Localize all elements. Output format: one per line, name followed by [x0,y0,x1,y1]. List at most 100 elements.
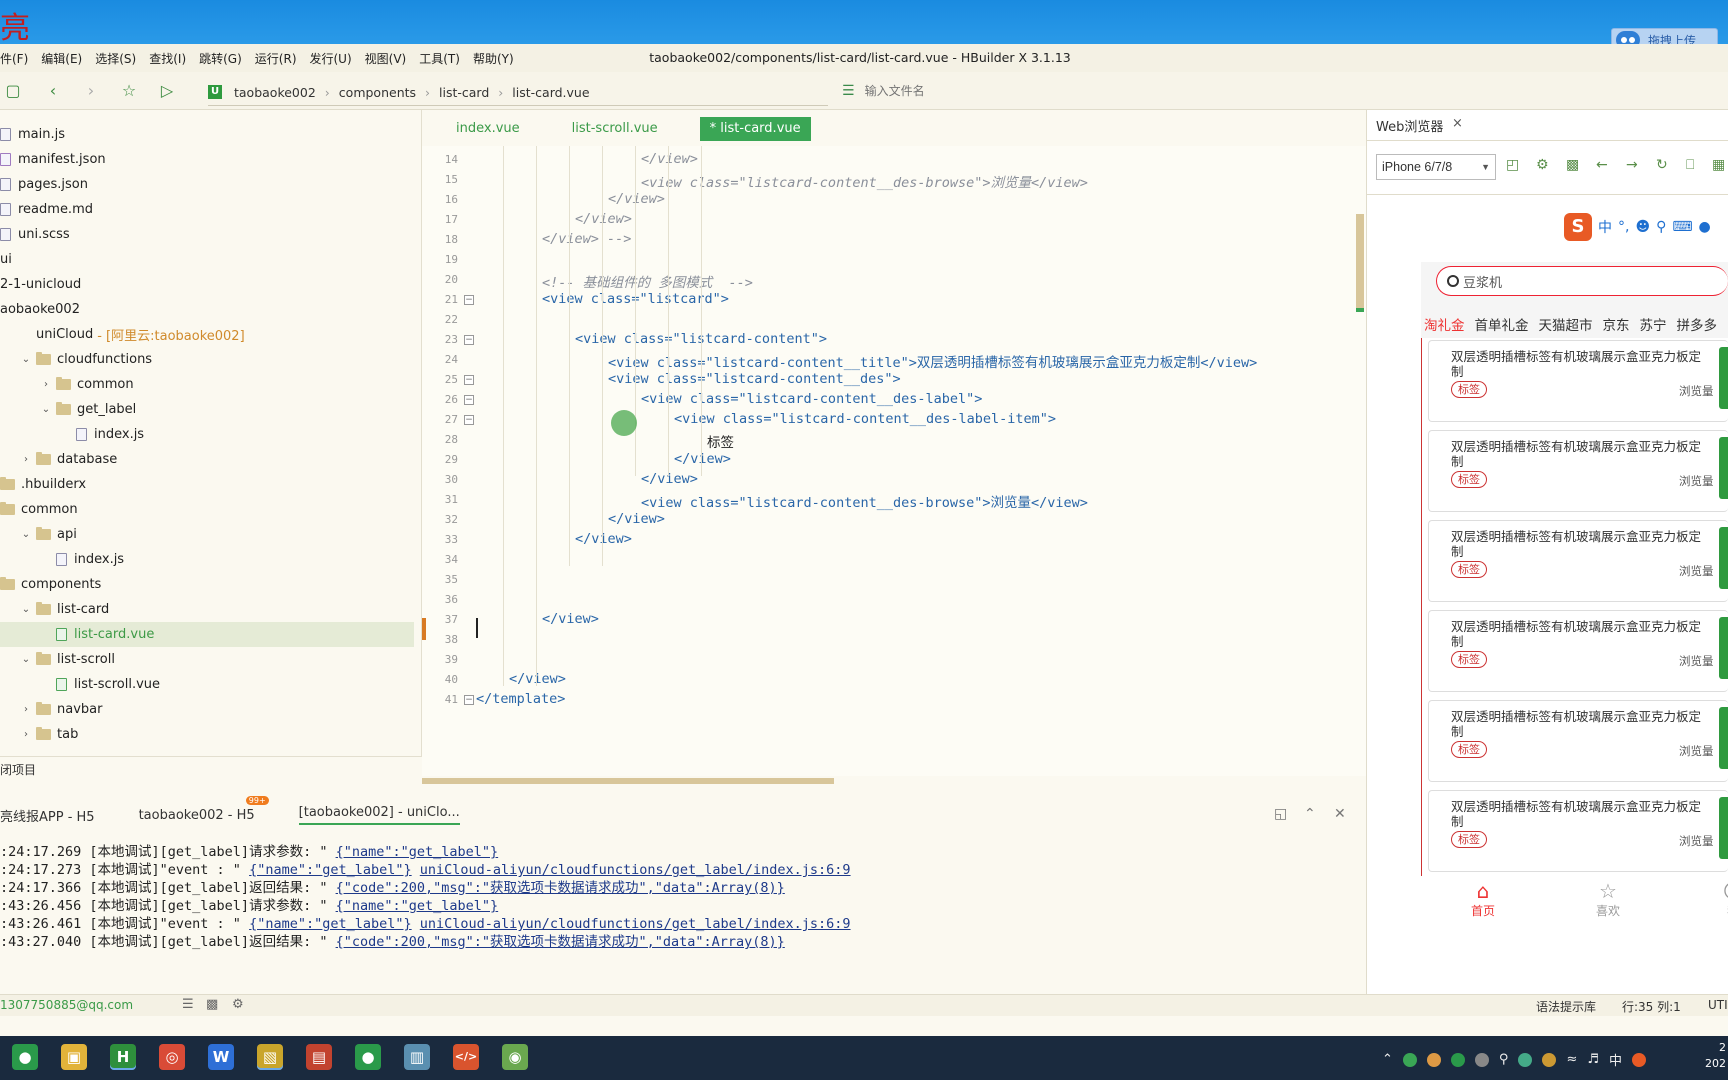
fold-toggle-icon[interactable]: − [464,415,474,425]
tray-app-icon[interactable] [1542,1052,1557,1067]
breadcrumb-subfolder[interactable]: list-card [439,85,489,100]
phone-nav-item[interactable]: ☆ 喜欢 [1588,880,1628,919]
tree-item[interactable]: common [0,497,414,522]
phone-tab[interactable]: 京东 [1603,314,1630,336]
breadcrumb-folder[interactable]: components [339,85,416,100]
menu-item[interactable]: 选择(S) [95,50,136,67]
product-card[interactable]: 双层透明插槽标签有机玻璃展示盒亚克力板定制 标签 浏览量 [1428,610,1728,692]
forward-icon[interactable]: › [82,82,100,100]
tree-item[interactable]: uni.scss [0,222,414,247]
fold-toggle-icon[interactable]: − [464,295,474,305]
settings-icon[interactable]: ⚙ [1536,157,1549,173]
tree-item[interactable]: › navbar [0,697,414,722]
screenshot-icon[interactable]: ▩ [1566,157,1579,173]
tab-list-scroll-vue[interactable]: list-scroll.vue [562,117,668,141]
save-icon[interactable]: ▢ [4,82,22,100]
tray-app-icon[interactable] [1402,1052,1417,1067]
back-icon[interactable]: ‹ [44,82,62,100]
tree-item[interactable]: aobaoke002 [0,297,414,322]
menu-item[interactable]: 运行(R) [255,50,297,67]
tab-index-vue[interactable]: index.vue [446,117,530,141]
bookmark-star-icon[interactable]: ☆ [120,82,138,100]
menu-item[interactable]: 工具(T) [419,50,460,67]
tree-item[interactable]: ⌄ list-card [0,597,414,622]
photo-icon[interactable]: ▧ [257,1044,283,1070]
hbuilder-icon[interactable]: H [110,1044,136,1070]
tree-item[interactable]: index.js [0,422,414,447]
chevron-right-icon[interactable]: › [40,379,52,390]
status-cursor-position[interactable]: 行:35 列:1 [1622,998,1681,1015]
horizontal-scrollbar[interactable] [422,778,834,784]
tree-item[interactable]: › database [0,447,414,472]
sogou-ime-icon[interactable]: S [1564,213,1592,241]
terminal-icon[interactable]: ▩ [206,997,218,1012]
menu-item[interactable]: 跳转(G) [199,50,242,67]
product-card[interactable]: 双层透明插槽标签有机玻璃展示盒亚克力板定制 标签 浏览量 [1428,790,1728,872]
status-user[interactable]: 1307750885@qq.com [0,998,133,1012]
tree-item[interactable]: list-scroll.vue [0,672,414,697]
chevron-right-icon[interactable]: › [20,454,32,465]
chevron-down-icon[interactable]: ⌄ [40,404,52,415]
breadcrumb-project[interactable]: taobaoke002 [234,85,316,100]
chevron-right-icon[interactable]: › [20,729,32,740]
product-card[interactable]: 双层透明插槽标签有机玻璃展示盒亚克力板定制 标签 浏览量 [1428,430,1728,512]
tray-ime[interactable]: 中 [1609,1050,1622,1069]
chevron-right-icon[interactable]: › [20,704,32,715]
microphone-icon[interactable]: ⚲ [1656,219,1666,235]
fold-toggle-icon[interactable]: − [464,375,474,385]
tree-item[interactable]: readme.md [0,197,414,222]
fold-toggle-icon[interactable]: − [464,335,474,345]
console-tab-unicloud[interactable]: [taobaoke002] - uniClo... [298,805,460,825]
android-icon[interactable]: ◉ [502,1044,528,1070]
wechat-icon[interactable]: ● [12,1044,38,1070]
tree-item[interactable]: ⌄ cloudfunctions [0,347,414,372]
chevron-down-icon[interactable]: ⌄ [20,354,32,365]
console-tab-h5[interactable]: taobaoke002 - H5 99+ [139,795,269,823]
phone-search-bar[interactable]: 豆浆机 [1436,266,1728,296]
ime-punctuation[interactable]: °, [1618,219,1629,235]
tree-item[interactable]: uniCloud - [阿里云:taobaoke002] [0,322,414,347]
tray-app-icon[interactable] [1474,1052,1489,1067]
grid-icon[interactable]: ▦ [1712,157,1725,173]
tree-item[interactable]: .hbuilderx [0,472,414,497]
run-icon[interactable]: ▷ [158,82,176,100]
clock[interactable]: 2 202 [1690,1040,1726,1072]
tree-item[interactable]: index.js [0,547,414,572]
menu-item[interactable]: 件(F) [0,50,28,67]
user-icon[interactable]: ● [1699,219,1711,235]
project-footer-label[interactable]: 闭项目 [0,761,36,778]
chevron-down-icon[interactable]: ⌄ [20,604,32,615]
tree-item[interactable]: main.js [0,122,414,147]
tray-chevron-icon[interactable]: ⌃ [1382,1052,1393,1067]
console-link[interactable]: {"code":200,"msg":"获取选项卡数据请求成功","data":A… [336,934,785,950]
phone-nav-item[interactable]: ☺我 [1713,880,1728,919]
web-browser-tab[interactable]: Web浏览器 [1376,116,1443,135]
tree-item[interactable]: pages.json [0,172,414,197]
emoji-icon[interactable]: ☻ [1635,219,1650,235]
phone-tab[interactable]: 天猫超市 [1539,314,1593,336]
ppt-icon[interactable]: ▤ [306,1044,332,1070]
tree-item[interactable]: › common [0,372,414,397]
sogou-tray-icon[interactable] [1632,1052,1647,1067]
product-card[interactable]: 双层透明插槽标签有机玻璃展示盒亚克力板定制 标签 浏览量 [1428,700,1728,782]
status-encoding[interactable]: UTI [1708,998,1728,1012]
forward-icon[interactable]: → [1626,157,1638,173]
product-card[interactable]: 双层透明插槽标签有机玻璃展示盒亚克力板定制 标签 浏览量 [1428,340,1728,422]
console-tab-app[interactable]: 亮线报APP - H5 [0,806,95,825]
menu-item[interactable]: 帮助(Y) [473,50,514,67]
phone-nav-item[interactable]: ⌂ 首页 [1463,880,1503,919]
refresh-icon[interactable]: ↻ [1656,157,1668,173]
tree-item[interactable]: 2-1-unicloud [0,272,414,297]
menu-item[interactable]: 查找(I) [149,50,186,67]
phone-tab[interactable]: 拼多多 [1677,314,1718,336]
console-clear-icon[interactable]: ✕ [1334,806,1346,822]
plugin-icon[interactable]: ⚙ [232,997,244,1012]
explorer-icon[interactable]: ▣ [61,1044,87,1070]
phone-tab[interactable]: 苏宁 [1640,314,1667,336]
list-icon[interactable]: ☰ [182,997,194,1012]
tray-mic-icon[interactable]: ⚲ [1499,1052,1509,1067]
device-select[interactable]: iPhone 6/7/8 ▼ [1376,154,1496,180]
product-card[interactable]: 双层透明插槽标签有机玻璃展示盒亚克力板定制 标签 浏览量 [1428,520,1728,602]
volume-icon[interactable]: ♬ [1587,1052,1599,1067]
keyboard-icon[interactable]: ⌨ [1672,219,1692,235]
